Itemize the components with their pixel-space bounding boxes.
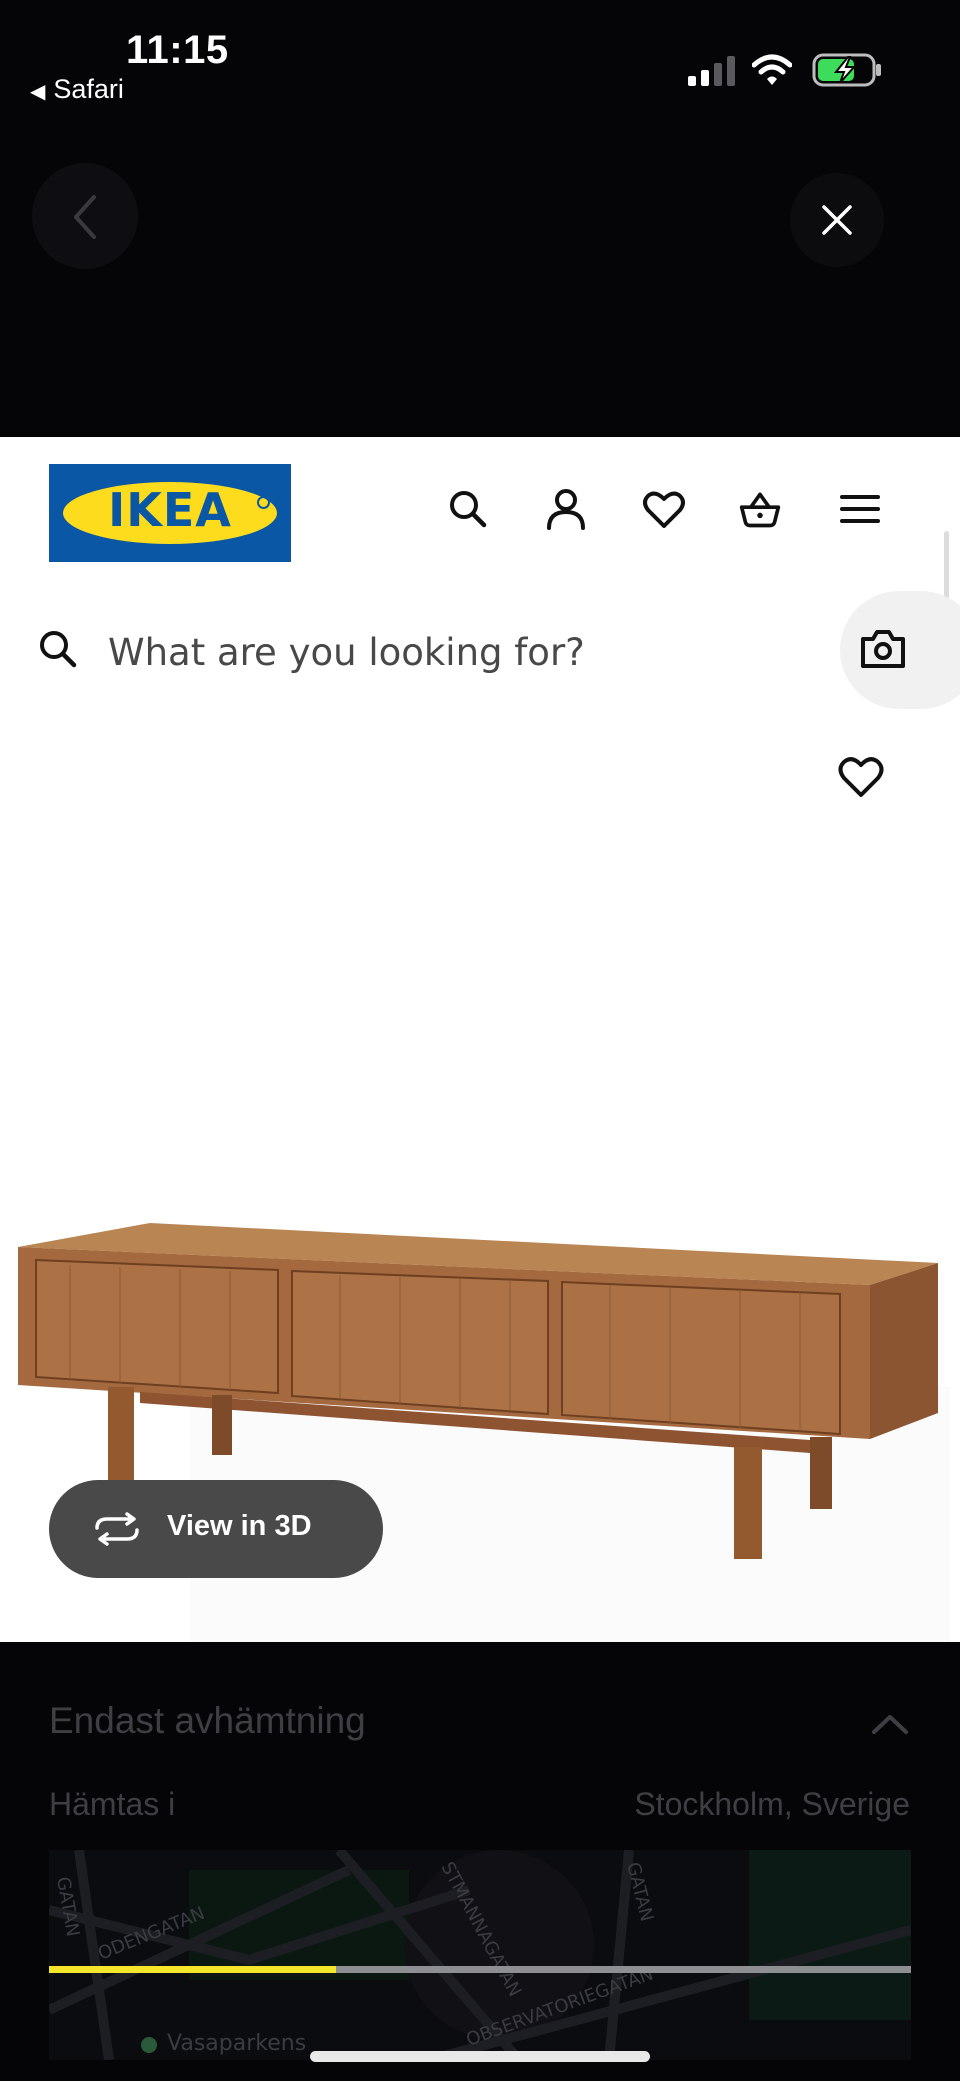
- product-page: IKEA What are you looking for? View in 3…: [0, 437, 960, 1642]
- visual-search-button[interactable]: [840, 591, 960, 709]
- user-icon[interactable]: [544, 487, 588, 531]
- home-indicator[interactable]: [310, 2051, 650, 2062]
- map-label: Vasaparkens: [167, 2031, 306, 2056]
- pickup-label: Hämtas i: [49, 1786, 176, 1822]
- carousel-progress-fill: [49, 1966, 336, 1973]
- search-field-icon: [40, 631, 77, 668]
- view-in-3d-button[interactable]: View in 3D: [49, 1480, 383, 1578]
- menu-icon[interactable]: [838, 487, 882, 531]
- pickup-location[interactable]: Stockholm, Sverige: [634, 1786, 910, 1823]
- park-pin-icon: [141, 2037, 157, 2053]
- overlay-close-button[interactable]: [790, 173, 884, 267]
- back-triangle-icon: ◀: [30, 81, 46, 103]
- close-icon: [822, 205, 852, 235]
- heart-icon[interactable]: [642, 487, 686, 531]
- map-label: GATAN: [52, 1875, 83, 1938]
- cellular-signal-icon: [688, 56, 735, 86]
- add-to-favourites-button[interactable]: [836, 753, 886, 799]
- search-input[interactable]: [108, 627, 758, 677]
- view-in-3d-label: View in 3D: [167, 1510, 312, 1542]
- rotate-3d-icon: [95, 1512, 139, 1546]
- overlay-back-button[interactable]: [32, 163, 138, 269]
- pickup-only-title: Endast avhämtning: [49, 1700, 366, 1741]
- basket-icon[interactable]: [738, 487, 782, 531]
- chevron-up-icon[interactable]: [870, 1712, 910, 1736]
- camera-icon: [861, 630, 905, 668]
- logo-text: IKEA: [108, 483, 232, 537]
- ikea-logo[interactable]: IKEA: [49, 464, 291, 562]
- store-map[interactable]: GATAN ODENGATAN STMANNAGATAN GATAN OBSER…: [49, 1850, 911, 2060]
- wifi-icon: [752, 54, 792, 85]
- registered-mark-icon: [257, 496, 270, 509]
- chevron-left-icon: [74, 195, 96, 239]
- map-streets: GATAN ODENGATAN STMANNAGATAN GATAN OBSER…: [49, 1850, 911, 2060]
- search-icon[interactable]: [446, 487, 490, 531]
- back-to-app-link[interactable]: ◀ Safari: [30, 74, 124, 105]
- status-time: 11:15: [126, 28, 229, 72]
- back-app-label: Safari: [53, 74, 124, 104]
- battery-charging-icon: [812, 53, 881, 87]
